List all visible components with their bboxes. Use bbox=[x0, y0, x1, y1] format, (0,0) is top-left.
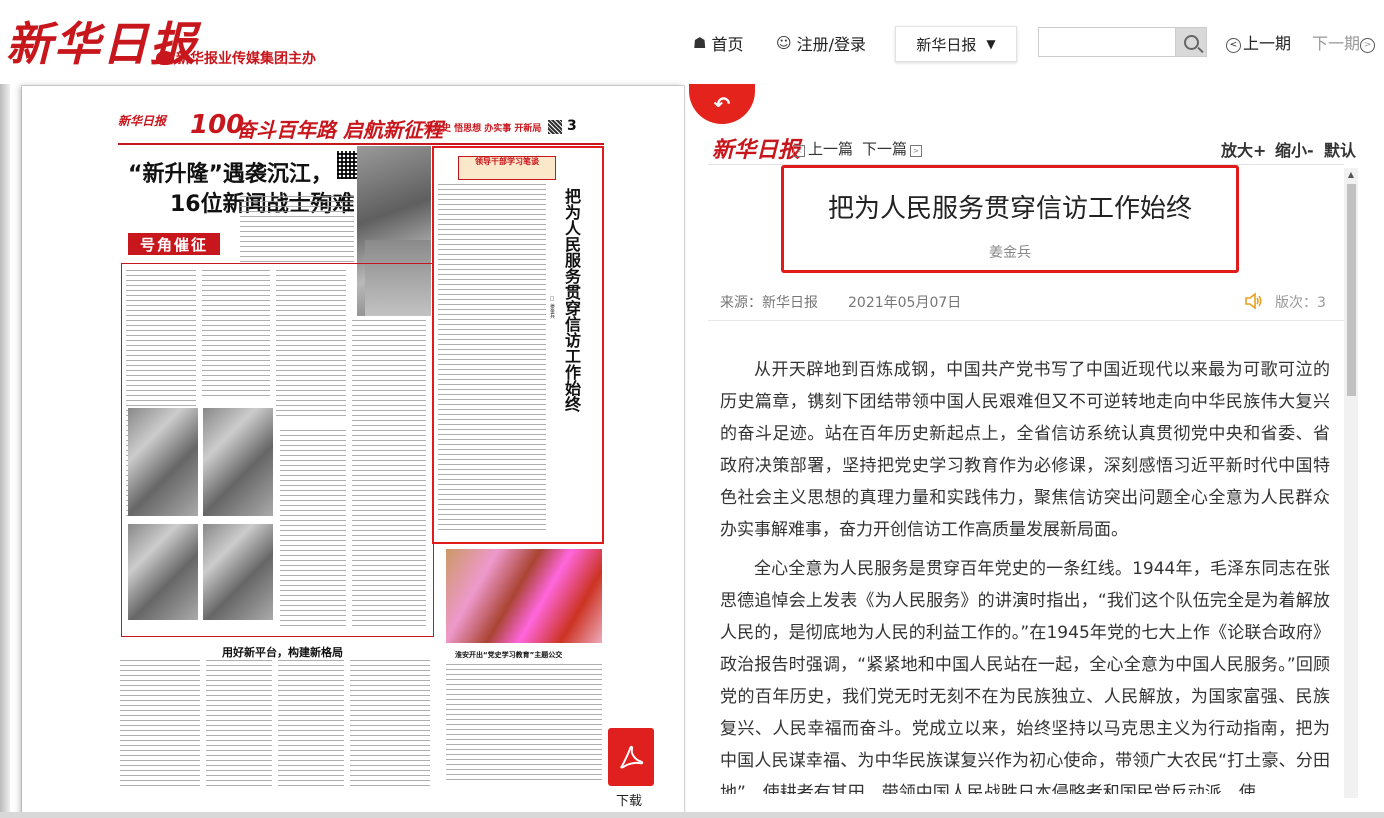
highlighted-article-title: 把为人民服务贯穿信访工作始终 bbox=[562, 188, 581, 412]
chevron-left-icon: < bbox=[1226, 38, 1241, 53]
panel-divider bbox=[708, 320, 1344, 321]
user-icon: ☺ bbox=[776, 34, 792, 52]
panel-logo: 新华日报 bbox=[712, 137, 801, 163]
article-author: 姜金兵 bbox=[989, 245, 1031, 261]
window-bottom-edge bbox=[0, 812, 1384, 818]
article-paragraph: 从开天辟地到百炼成钢，中国共产党书写了中国近现代以来最为可歌可泣的历史篇章，镌刻… bbox=[720, 360, 1330, 540]
prev-article-link[interactable]: < 上一篇 bbox=[790, 138, 853, 159]
newspaper-banner-sub: 学党史 悟思想 办实事 开新局 bbox=[424, 124, 542, 134]
article-text-block[interactable] bbox=[446, 664, 602, 784]
article-text-block[interactable] bbox=[206, 660, 272, 790]
back-arrow-icon: ↶ bbox=[713, 92, 731, 116]
highlighted-article-author: □ 姜金兵 bbox=[549, 296, 555, 319]
pdf-icon bbox=[620, 745, 644, 769]
prev-square-icon: < bbox=[793, 145, 805, 157]
article-paragraph: 全心全意为人民服务是贯穿百年党史的一条红线。1944年，毛泽东同志在张思德追悼会… bbox=[720, 559, 1330, 794]
search-icon bbox=[1183, 34, 1199, 50]
zoom-in-button[interactable]: 放大+ bbox=[1221, 137, 1266, 161]
article-text-block[interactable] bbox=[350, 660, 430, 790]
zoom-out-button[interactable]: 缩小- bbox=[1275, 137, 1314, 161]
scrollbar-thumb[interactable] bbox=[1347, 184, 1356, 396]
newspaper-logo: 新华日报 bbox=[118, 114, 167, 128]
highlighted-article-text[interactable] bbox=[438, 184, 546, 532]
bus-photo bbox=[446, 549, 602, 643]
column-badge: 领导干部学习笔谈 bbox=[458, 156, 556, 180]
download-label[interactable]: 下载 bbox=[616, 790, 642, 809]
headline-line1: “新升隆”遇袭沉江， bbox=[128, 162, 333, 187]
chevron-right-icon: > bbox=[1360, 38, 1376, 53]
paper-select-value: 新华日报 bbox=[916, 35, 977, 54]
site-sublogo: 新华报业传媒集团主办 bbox=[156, 48, 316, 68]
caret-down-icon: ▼ bbox=[986, 37, 996, 51]
next-issue-label: 下一期 bbox=[1312, 34, 1361, 53]
article-text-block[interactable] bbox=[240, 196, 354, 266]
prev-article-label: 上一篇 bbox=[808, 140, 854, 158]
bus-photo-caption: 淮安开出“党史学习教育”主题公交 bbox=[455, 651, 563, 659]
newspaper-header-rule bbox=[118, 143, 604, 145]
home-icon: ☗ bbox=[693, 34, 707, 52]
article-text-block[interactable] bbox=[278, 660, 344, 790]
top-bar: 新华日报 新华报业传媒集团主办 ☗ 首页 ☺ 注册/登录 新华日报 ▼ < 上一期… bbox=[0, 0, 1384, 84]
next-square-icon: > bbox=[910, 145, 923, 157]
nav-home-link[interactable]: ☗ 首页 bbox=[693, 28, 743, 58]
article-source: 来源：新华日报 bbox=[720, 295, 818, 311]
nav-home-label: 首页 bbox=[711, 35, 744, 54]
article-body: 从开天辟地到百炼成钢，中国共产党书写了中国近现代以来最为可歌可泣的历史篇章，镌刻… bbox=[720, 354, 1330, 794]
prev-issue-link[interactable]: < 上一期 bbox=[1226, 30, 1291, 54]
search-button[interactable] bbox=[1176, 27, 1207, 57]
speaker-icon[interactable] bbox=[1244, 292, 1264, 310]
page-right-margin bbox=[1358, 84, 1384, 818]
sublogo-text: 新华报业传媒集团主办 bbox=[176, 51, 316, 67]
group-logo-icon bbox=[156, 51, 174, 65]
scroll-up-arrow-icon[interactable]: ▲ bbox=[1344, 168, 1358, 182]
newspaper-banner: 奋斗百年路 启航新征程 bbox=[236, 118, 443, 142]
prev-issue-label: 上一期 bbox=[1243, 34, 1292, 53]
pdf-download-button[interactable] bbox=[608, 728, 654, 786]
next-article-link[interactable]: 下一篇 > bbox=[862, 138, 925, 159]
feature-frame bbox=[121, 263, 434, 637]
zoom-reset-button[interactable]: 默认 bbox=[1324, 137, 1356, 161]
horn-label: 号角催征 bbox=[128, 233, 220, 255]
article-page-label: 版次：3 bbox=[1275, 295, 1326, 311]
nav-login-link[interactable]: ☺ 注册/登录 bbox=[776, 28, 866, 58]
qr-icon bbox=[548, 120, 562, 134]
article-text-block[interactable] bbox=[120, 660, 200, 790]
paper-select[interactable]: 新华日报 ▼ bbox=[895, 26, 1017, 62]
page-edge bbox=[0, 84, 10, 818]
article-date: 2021年05月07日 bbox=[848, 295, 962, 311]
nav-login-label: 注册/登录 bbox=[796, 35, 867, 54]
article-title: 把为人民服务贯穿信访工作始终 bbox=[827, 194, 1192, 224]
newspaper-page-number: 3 bbox=[567, 118, 577, 134]
next-article-label: 下一篇 bbox=[862, 140, 908, 158]
next-issue-link[interactable]: 下一期 > bbox=[1312, 30, 1377, 54]
search-input[interactable] bbox=[1038, 27, 1176, 57]
newspaper-section-title: 用好新平台，构建新格局 bbox=[222, 646, 343, 659]
